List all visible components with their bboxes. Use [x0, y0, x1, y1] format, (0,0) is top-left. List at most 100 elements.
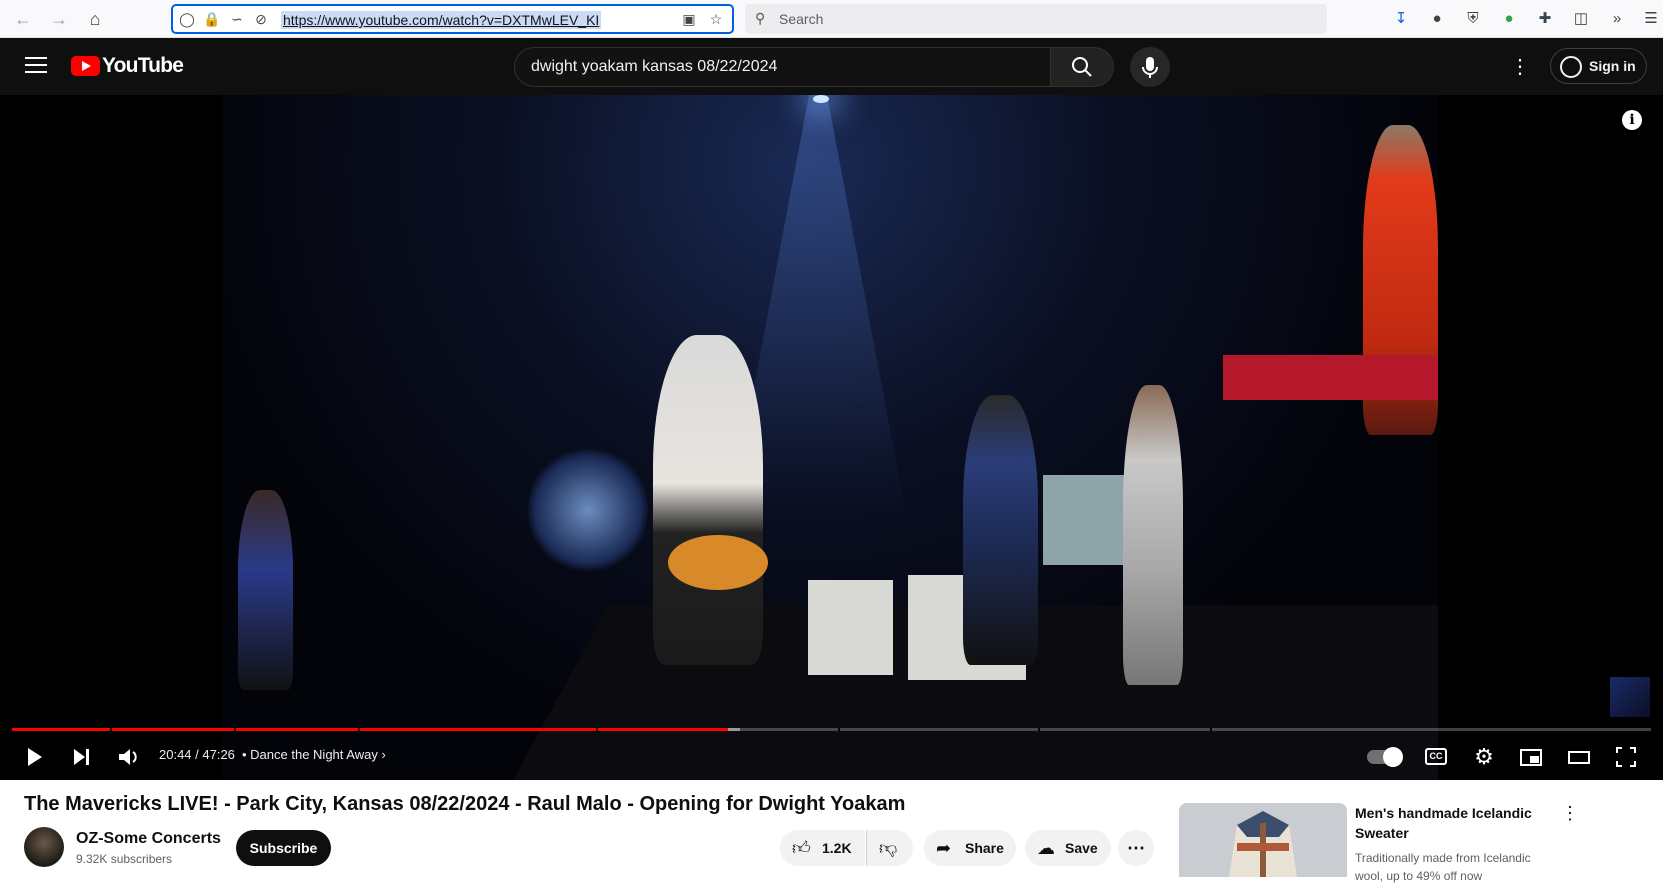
voice-search-button[interactable] [1130, 47, 1170, 87]
youtube-play-logo-icon [71, 56, 100, 76]
video-frame[interactable] [223, 95, 1438, 780]
extension-pin-icon[interactable]: ✚ [1535, 9, 1555, 29]
extension-green-icon[interactable]: ● [1499, 9, 1519, 29]
more-actions-button[interactable]: ⋯ [1118, 830, 1154, 866]
forward-arrow-icon[interactable]: → [48, 8, 70, 30]
like-count: 1.2K [822, 840, 852, 856]
shield-icon[interactable]: ◯ [179, 11, 195, 27]
progress-played [12, 728, 728, 731]
next-icon [74, 749, 89, 765]
guitar [668, 535, 768, 590]
save-label: Save [1065, 840, 1098, 856]
autoplay-knob [1383, 747, 1403, 767]
chapter-title: Dance the Night Away [250, 747, 378, 762]
chapter-marker [234, 728, 236, 731]
miniplayer-button[interactable] [1517, 743, 1545, 771]
autoplay-toggle[interactable] [1367, 747, 1403, 767]
red-keyboard [1223, 355, 1438, 400]
volume-icon [119, 749, 137, 765]
youtube-search-input[interactable]: dwight yoakam kansas 08/22/2024 [514, 47, 1051, 87]
channel-avatar[interactable] [24, 827, 64, 867]
like-button[interactable]: 👍︎ 1.2K [780, 830, 865, 866]
miniplayer-icon [1520, 749, 1542, 766]
chapter-marker [596, 728, 598, 731]
browser-search-box[interactable]: ⚲ Search [745, 4, 1327, 34]
extensions-puzzle-icon[interactable]: ◫ [1571, 9, 1591, 29]
ad-menu-icon[interactable]: ⋮ [1560, 803, 1580, 827]
stage-spotlight [813, 95, 829, 103]
sign-in-button[interactable]: Sign in [1550, 48, 1647, 84]
url-text[interactable]: https://www.youtube.com/watch?v=DXTMwLEV… [281, 11, 602, 29]
accordion-player-figure [1123, 385, 1183, 685]
thumbs-up-icon: 👍︎ [792, 838, 811, 858]
search-query-text[interactable]: dwight yoakam kansas 08/22/2024 [531, 58, 777, 76]
back-arrow-icon[interactable]: ← [12, 8, 34, 30]
next-button[interactable] [67, 743, 95, 771]
fullscreen-icon [1616, 747, 1636, 767]
lead-singer-figure [653, 335, 763, 665]
bassist-figure [238, 490, 293, 690]
ad-thumbnail[interactable] [1179, 803, 1347, 877]
chapter-marker [1210, 728, 1212, 731]
sign-in-label: Sign in [1589, 58, 1636, 74]
drum-kit [528, 445, 648, 575]
info-icon[interactable]: i [1622, 110, 1642, 130]
theater-icon [1568, 751, 1590, 764]
chapter-marker [358, 728, 360, 731]
settings-gear-icon[interactable]: ⚙ [1470, 743, 1498, 771]
chapter-title-button[interactable]: • Dance the Night Away › [242, 747, 386, 762]
overflow-chevron-icon[interactable]: » [1607, 9, 1627, 29]
subtitles-button[interactable]: CC [1425, 748, 1447, 765]
settings-kebab-icon[interactable]: ⋮ [1508, 52, 1532, 82]
mute-button[interactable] [114, 743, 142, 771]
progress-bar[interactable] [12, 728, 1651, 731]
channel-watermark[interactable] [1610, 677, 1650, 717]
bookmark-star-icon[interactable]: ☆ [708, 11, 724, 27]
youtube-search-button[interactable] [1050, 47, 1114, 87]
extension-colors-icon[interactable]: ● [1427, 9, 1447, 29]
search-icon: ⚲ [755, 10, 766, 26]
fullscreen-button[interactable] [1612, 743, 1640, 771]
search-icon [1072, 57, 1092, 77]
app-menu-icon[interactable]: ☰ [1641, 9, 1661, 29]
ublock-shield-icon[interactable]: ⛨ [1463, 9, 1483, 29]
share-arrow-icon: ➦ [936, 838, 952, 858]
account-circle-icon [1560, 56, 1582, 78]
youtube-header: YouTube dwight yoakam kansas 08/22/2024 … [0, 38, 1663, 95]
downloads-icon[interactable]: ↧ [1391, 9, 1411, 29]
play-button[interactable] [20, 743, 48, 771]
stage-amp [808, 580, 893, 675]
browser-search-placeholder: Search [779, 11, 824, 27]
browser-toolbar: ← → ⌂ ◯ 🔒 ∽ ⊘ https://www.youtube.com/wa… [0, 0, 1663, 38]
subscriber-count: 9.32K subscribers [76, 852, 173, 866]
theater-mode-button[interactable] [1565, 743, 1593, 771]
channel-name[interactable]: OZ-Some Concerts [76, 830, 221, 848]
chapter-marker [838, 728, 840, 731]
sweater-image [1179, 803, 1347, 877]
video-title: The Mavericks LIVE! - Park City, Kansas … [24, 793, 906, 815]
permissions-icon[interactable]: ∽ [229, 11, 245, 27]
save-button[interactable]: ☁ Save [1025, 830, 1111, 866]
video-player[interactable]: i 20:44 / 47:26 • Dance the Night Away ›… [0, 95, 1663, 780]
more-horizontal-icon: ⋯ [1127, 838, 1145, 858]
time-display: 20:44 / 47:26 [159, 747, 235, 762]
microphone-icon [1142, 57, 1158, 78]
youtube-logo[interactable]: YouTube [71, 54, 184, 77]
thumbs-down-icon: 👎︎ [879, 838, 898, 858]
dislike-button[interactable]: 👎︎ [866, 830, 913, 866]
bookmark-icon: ☁ [1037, 838, 1055, 858]
tracking-blocked-icon[interactable]: ⊘ [253, 11, 269, 27]
chapter-marker [1038, 728, 1040, 731]
subscribe-button[interactable]: Subscribe [236, 830, 331, 866]
chapter-marker [110, 728, 112, 731]
guide-menu-icon[interactable] [25, 57, 47, 75]
url-bar[interactable]: ◯ 🔒 ∽ ⊘ https://www.youtube.com/watch?v=… [171, 4, 734, 34]
home-icon[interactable]: ⌂ [84, 8, 106, 30]
translate-icon[interactable]: ▣ [681, 11, 697, 27]
play-icon [28, 748, 42, 766]
lock-icon[interactable]: 🔒 [203, 11, 220, 27]
share-button[interactable]: ➦ Share [924, 830, 1016, 866]
guitarist-figure [963, 395, 1038, 665]
ad-title[interactable]: Men's handmade Icelandic Sweater [1355, 803, 1555, 843]
youtube-wordmark: YouTube [102, 54, 184, 77]
